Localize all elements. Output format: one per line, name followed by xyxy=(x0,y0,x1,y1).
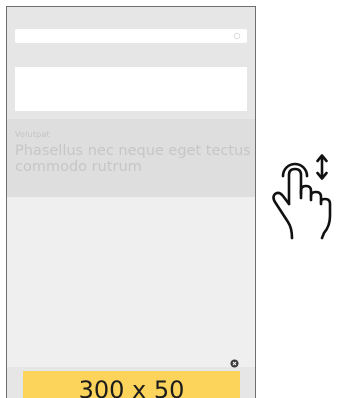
close-icon[interactable] xyxy=(230,359,239,368)
article-headline: Phasellus nec neque eget tectus commodo … xyxy=(15,143,251,175)
ad-banner[interactable]: 300 x 50 xyxy=(23,371,240,398)
phone-screen: Volutpat Phasellus nec neque eget tectus… xyxy=(6,6,256,398)
article-category-label: Volutpat xyxy=(15,130,50,139)
stage: Volutpat Phasellus nec neque eget tectus… xyxy=(0,0,337,398)
search-input[interactable] xyxy=(15,29,247,43)
content-area xyxy=(7,197,255,367)
scroll-gesture-icon xyxy=(272,154,332,240)
top-banner xyxy=(15,67,247,111)
article-card[interactable]: Volutpat Phasellus nec neque eget tectus… xyxy=(7,119,255,197)
search-icon[interactable] xyxy=(233,32,241,40)
